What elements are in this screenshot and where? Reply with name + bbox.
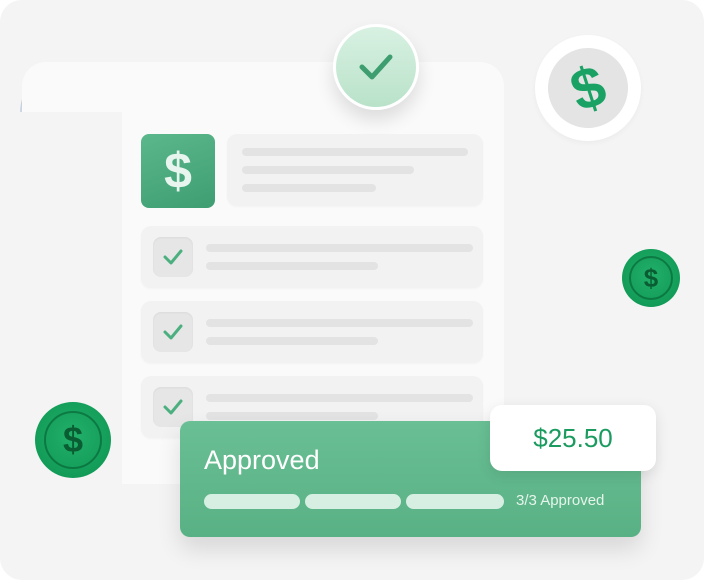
placeholder-line [206,337,378,345]
amount-tag: $25.50 [490,405,656,471]
progress-segment [406,494,504,509]
placeholder-line [242,184,376,192]
header-info-box [227,134,483,206]
amount-value: $25.50 [533,422,613,453]
placeholder-line [242,166,414,174]
progress-segment [305,494,401,509]
coin-face: $ [629,256,673,300]
dollar-symbol: $ [164,143,192,199]
coin-dollar-icon: $ [535,35,641,141]
coin-dollar-icon: $ [35,402,111,478]
coin-dollar-icon: $ [622,249,680,307]
checklist-row [141,301,483,363]
checklist-row [141,226,483,288]
placeholder-line [206,244,473,252]
placeholder-line [242,148,468,156]
check-icon [153,312,193,352]
coin-symbol: $ [562,52,614,124]
placeholder-line [206,394,473,402]
progress-segment [204,494,300,509]
approved-count: 3/3 Approved [516,492,605,509]
dollar-icon: $ [141,134,215,208]
coin-symbol: $ [643,262,659,293]
coin-face: $ [44,411,102,469]
approved-title: Approved [204,445,320,475]
illustration-canvas: $ $ $ $ Approved 3/3 Approved $25.50 [0,0,704,580]
check-icon [153,237,193,277]
placeholder-line [206,262,378,270]
placeholder-line [206,319,473,327]
coin-symbol: $ [62,419,84,460]
check-icon [359,54,393,80]
placeholder-line [206,412,378,420]
coin-face: $ [537,37,639,139]
approved-check-badge [333,24,419,110]
